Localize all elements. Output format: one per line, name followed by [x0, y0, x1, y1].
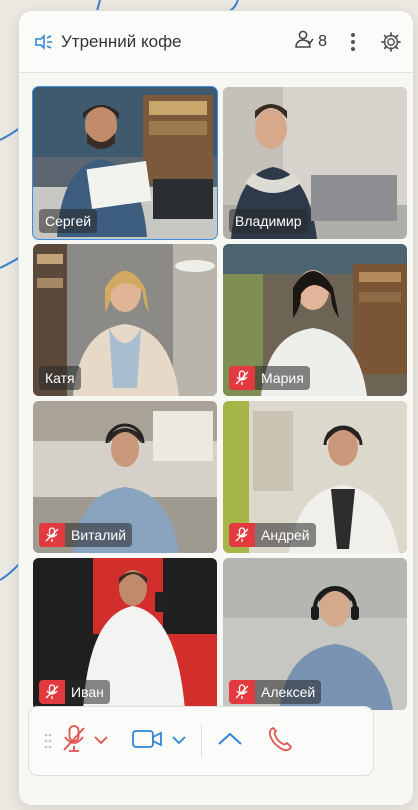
participant-name: Катя — [45, 370, 75, 386]
video-tile-ivan[interactable]: Иван — [33, 558, 217, 710]
mic-off-icon — [229, 366, 255, 390]
drag-handle-icon[interactable] — [43, 730, 53, 752]
chevron-down-icon[interactable] — [93, 732, 109, 750]
video-grid: Сергей Владимир Катя Мария Виталий Андре… — [32, 86, 407, 710]
participant-name: Сергей — [45, 213, 92, 229]
participant-name-tag: Алексей — [229, 680, 322, 704]
mic-off-icon — [39, 523, 65, 547]
hang-up-icon[interactable] — [266, 724, 296, 759]
participant-name: Иван — [71, 684, 104, 700]
video-tile-aleksey[interactable]: Алексей — [223, 558, 407, 710]
control-divider — [201, 724, 202, 758]
chevron-down-icon[interactable] — [171, 732, 187, 750]
participant-name-tag: Иван — [39, 680, 110, 704]
participants-icon — [293, 28, 315, 55]
more-options-button[interactable] — [341, 30, 365, 54]
mic-off-icon — [229, 680, 255, 704]
participant-name: Алексей — [261, 684, 316, 700]
mic-off-icon[interactable] — [61, 724, 87, 759]
hang-up-button[interactable] — [266, 721, 296, 761]
microphone-control[interactable] — [61, 721, 109, 761]
mic-off-icon — [39, 680, 65, 704]
video-tile-sergey[interactable]: Сергей — [32, 86, 218, 240]
participant-name: Мария — [261, 370, 304, 386]
participant-name-tag: Сергей — [39, 209, 98, 233]
participant-name: Андрей — [261, 527, 310, 543]
meeting-title: Утренний кофе — [61, 31, 182, 51]
gear-icon — [381, 31, 401, 52]
meeting-panel: Утренний кофе 8 Сергей Владимир Катя Мар… — [18, 10, 414, 806]
participant-name: Владимир — [235, 213, 302, 229]
call-controls-bar — [28, 706, 374, 776]
meeting-header: Утренний кофе 8 — [19, 11, 413, 73]
mic-off-icon — [229, 523, 255, 547]
participant-name-tag: Катя — [39, 366, 81, 390]
video-tile-vitaliy[interactable]: Виталий — [33, 401, 217, 553]
meeting-logo-icon — [33, 31, 55, 53]
video-tile-andrey[interactable]: Андрей — [223, 401, 407, 553]
kebab-menu-icon — [351, 32, 355, 51]
expand-control[interactable] — [216, 721, 244, 761]
participants-count: 8 — [318, 32, 327, 50]
video-tile-katya[interactable]: Катя — [33, 244, 217, 396]
camera-control[interactable] — [131, 721, 187, 761]
video-tile-vladimir[interactable]: Владимир — [223, 87, 407, 239]
camera-icon[interactable] — [131, 727, 165, 756]
participant-name: Виталий — [71, 527, 127, 543]
video-tile-maria[interactable]: Мария — [223, 244, 407, 396]
participant-name-tag: Андрей — [229, 523, 316, 547]
participant-name-tag: Мария — [229, 366, 310, 390]
participants-button[interactable]: 8 — [293, 28, 327, 55]
participant-name-tag: Владимир — [229, 209, 308, 233]
chevron-up-icon[interactable] — [216, 731, 244, 752]
settings-button[interactable] — [379, 30, 403, 54]
participant-name-tag: Виталий — [39, 523, 133, 547]
